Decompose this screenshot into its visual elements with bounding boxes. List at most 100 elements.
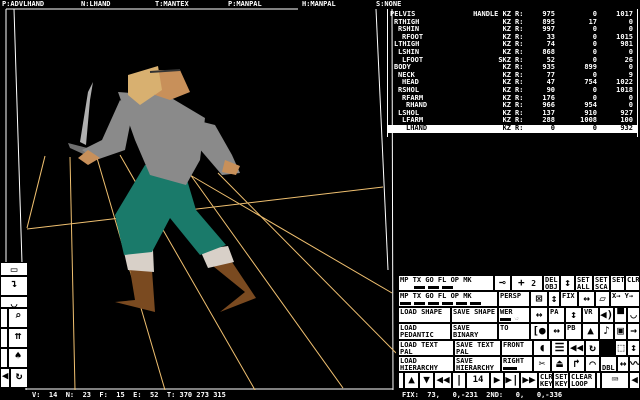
bone-row-rshol[interactable]: RSHOL KZ R: 90 0 1018 [388, 86, 637, 95]
bone-row-pelvis[interactable]: PELVIS HANDLE KZ R: 975 0 1017 [388, 10, 637, 19]
fix-button[interactable]: FIX [560, 291, 578, 307]
to-button[interactable]: TO [498, 323, 530, 340]
front-button[interactable]: FRONT [501, 340, 533, 356]
arch-icon[interactable]: ⌒ [585, 356, 600, 372]
load-pedantic-button[interactable]: LOAD PEDANTIC [398, 323, 451, 340]
right-view-button[interactable]: RIGHT [501, 356, 533, 372]
black-swatch[interactable] [600, 340, 615, 356]
left-right-icon-3[interactable]: ↔ [548, 323, 565, 340]
bone-value-a: 0 [550, 124, 555, 132]
clr-key-button[interactable]: CLR KEY [538, 372, 553, 389]
bone-row-lshin[interactable]: LSHIN KZ R: 868 0 0 [388, 48, 637, 57]
slant-box-icon[interactable]: ▱ [595, 291, 610, 307]
turn-icon[interactable]: ↱ [568, 356, 585, 372]
mode-toggles-2[interactable]: MP TX GO FL OP MK [398, 291, 498, 307]
bone-row-rshin[interactable]: RSHIN KZ R: 997 0 0 [388, 26, 637, 34]
up-down-icon-3[interactable]: ↕ [565, 307, 582, 323]
left-right-icon-4[interactable]: ↔ [617, 356, 629, 372]
dotted-box-icon[interactable]: ⬚ [615, 340, 627, 356]
monitor-icon[interactable]: ▭ [0, 262, 28, 276]
load-hierarchy-button[interactable]: LOAD HIERARCHY [398, 356, 454, 372]
mode-toggles-1[interactable]: MP TX GO FL OP MK [398, 275, 494, 291]
bone-row-rfoot[interactable]: RFOOT KZ R: 33 0 1015 [388, 33, 637, 42]
del-obj-button[interactable]: DEL OBJ [543, 275, 560, 291]
up-figure-icon[interactable]: ▲ [582, 323, 599, 340]
bone-row-lshol[interactable]: LSHOL KZ R: 137 910 927 [388, 109, 637, 118]
load-shape-button[interactable]: LOAD SHAPE [398, 307, 451, 323]
character-model[interactable] [68, 66, 256, 312]
back-icon[interactable]: ◀ [629, 372, 640, 389]
pa-button[interactable]: PA [548, 307, 565, 323]
clr-button[interactable]: CLR [625, 275, 640, 291]
down-icon[interactable]: ▼ [419, 372, 434, 389]
up-down-icon-2[interactable]: ↕ [548, 291, 560, 307]
clear-loop-button[interactable]: CLEAR LOOP [569, 372, 596, 389]
load-text-pal-button[interactable]: LOAD TEXT PAL [398, 340, 454, 356]
pb-button[interactable]: PB [565, 323, 582, 340]
view-button[interactable]: WER ☜ [498, 307, 530, 323]
left-right-icon[interactable]: ↔ [578, 291, 595, 307]
music-icon[interactable]: ♪ [599, 323, 614, 340]
rotate-icon-2[interactable]: ↻ [585, 340, 600, 356]
bone-hierarchy-list[interactable]: PELVIS HANDLE KZ R: 975 0 1017 RTHIGH KZ R: 895 17… [387, 9, 638, 137]
window-icon[interactable]: ▣ [614, 323, 627, 340]
figure-icon[interactable]: ♠ [8, 348, 28, 368]
small-tool-2[interactable] [0, 328, 8, 348]
persp-button[interactable]: PERSP [498, 291, 530, 307]
fast-back-icon[interactable]: ◀◀ [568, 340, 585, 356]
next-frame-icon[interactable]: ▶ [490, 372, 504, 389]
save-text-pal-button[interactable]: SAVE TEXT PAL [454, 340, 501, 356]
xy-axis-button[interactable]: X→ Y→ [610, 291, 640, 307]
stamp-icon[interactable]: ⏏ [551, 356, 568, 372]
bone-row-body[interactable]: BODY KZ R: 935 899 0 [388, 64, 637, 72]
keyboard-icon[interactable]: ⌨ [601, 372, 629, 389]
up-down-icon[interactable]: ↕ [560, 275, 575, 291]
bone-r-label: R: [515, 124, 524, 132]
first-frame-icon[interactable]: |◀ [452, 372, 466, 389]
bracket-icon[interactable]: [● [530, 323, 548, 340]
rewind-icon-2[interactable]: ◀◀ [434, 372, 452, 389]
bone-row-rhand[interactable]: RHAND KZ R: 966 954 0 [388, 102, 637, 110]
bone-row-lhand[interactable]: LHAND KZ R: 0 0 932 [388, 124, 637, 133]
cup-icon[interactable]: ◡ [627, 307, 640, 323]
bone-row-neck[interactable]: NECK KZ R: 77 0 9 [388, 71, 637, 80]
bone-row-rthigh[interactable]: RTHIGH KZ R: 895 17 0 [388, 18, 637, 27]
pacman-icon[interactable]: ◖ [533, 340, 551, 356]
save-hierarchy-button[interactable]: SAVE HIERARCHY [454, 356, 501, 372]
save-binary-button[interactable]: SAVE BINARY [451, 323, 498, 340]
small-tool[interactable] [0, 308, 8, 328]
zoom-icon[interactable]: ⌕ [8, 308, 28, 328]
bone-row-lthigh[interactable]: LTHIGH KZ R: 74 0 981 [388, 41, 637, 49]
wave-icon[interactable]: 〰 [629, 356, 640, 372]
left-right-icon-2[interactable]: ↔ [530, 307, 548, 323]
last-frame-icon[interactable]: ▶| [504, 372, 520, 389]
rewind-icon[interactable]: ◀ [0, 368, 10, 388]
set-all-button[interactable]: SET ALL [575, 275, 593, 291]
3d-viewport[interactable] [0, 8, 396, 390]
scissors-icon[interactable]: ✂ [533, 356, 551, 372]
list-icon[interactable]: ☰ [551, 340, 568, 356]
small-tool-3[interactable] [0, 348, 8, 368]
save-shape-button[interactable]: SAVE SHAPE [451, 307, 498, 323]
step-control[interactable]: + 2 - [511, 275, 543, 291]
speaker-icon[interactable]: ◀) [599, 307, 614, 323]
arrow-right-icon[interactable]: → [627, 323, 640, 340]
key-icon[interactable]: ⊸ [494, 275, 511, 291]
tray-icon[interactable]: ◡ [0, 296, 28, 308]
rotate-icon[interactable]: ↻ [10, 368, 28, 388]
set-sca-button[interactable]: SET SCA [593, 275, 610, 291]
up-icon[interactable]: ▲ [404, 372, 419, 389]
vr-button[interactable]: VR [582, 307, 599, 323]
set-button[interactable]: SET [610, 275, 625, 291]
dbl-button[interactable]: DBL [600, 356, 617, 372]
center-icon[interactable]: ⊠ [530, 291, 548, 307]
up-down-icon-4[interactable]: ↕ [627, 340, 640, 356]
plus-button[interactable]: + [518, 276, 525, 289]
bone-row-head[interactable]: HEAD KZ R: 47 754 1022 [388, 79, 637, 87]
set-key-button[interactable]: SET KEY [553, 372, 569, 389]
fast-forward-icon[interactable]: ▶▶ [520, 372, 538, 389]
block-icon[interactable]: ▀ [614, 307, 627, 323]
up-arrows-icon[interactable]: ⇈ [8, 328, 28, 348]
bone-row-lfoot[interactable]: LFOOT SKZ R: 52 0 26 [388, 56, 637, 65]
step-down-icon[interactable]: ↴ [0, 276, 28, 296]
